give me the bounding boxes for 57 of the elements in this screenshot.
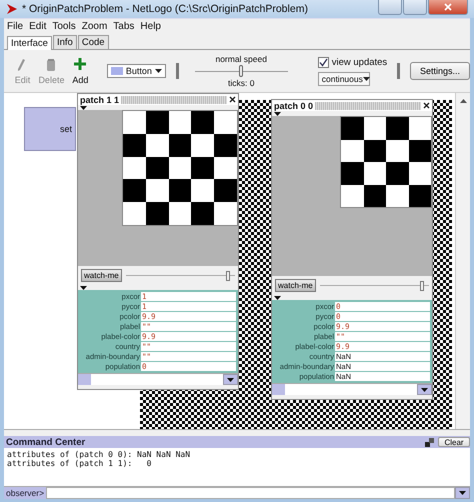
tab[interactable]: Interface [7,36,52,50]
drag-handle[interactable] [121,96,227,104]
history-button[interactable] [417,384,432,395]
dropdown-arrow-icon [227,378,234,382]
checkmark-icon [318,58,328,66]
close-icon [444,3,452,11]
tick-counter: ticks: 0 [228,78,254,88]
collapse-triangle-icon [80,106,87,110]
command-input[interactable] [46,487,455,499]
tab[interactable]: Code [78,35,109,49]
widget-icon [110,67,123,75]
dropdown-arrow-icon [154,69,162,73]
scroll-up-icon [460,99,466,103]
tab[interactable]: Info [52,35,77,49]
output-line: attributes of (patch 1 1): 0 [7,459,152,468]
dropdown-arrow-icon [362,76,370,80]
speed-label: normal speed [215,54,267,64]
collapse-triangle-icon [274,296,281,300]
panel-title: Command Center [6,436,86,448]
close-icon [423,102,430,109]
menu-item[interactable]: Zoom [82,20,108,32]
close-button[interactable] [428,0,468,15]
minimize-button[interactable] [378,0,402,15]
dropdown-arrow-icon [459,491,466,495]
update-mode-dropdown[interactable]: continuous [318,72,370,86]
maximize-button[interactable] [403,0,427,15]
button-widget[interactable]: set [24,107,76,151]
inspector-title: patch 0 0 [273,100,314,110]
close-icon [229,96,236,103]
popout-icon [425,438,434,446]
drag-handle[interactable] [315,102,421,110]
collapse-triangle-icon [274,112,281,116]
watch-me-button[interactable]: watch-me [81,269,122,282]
trash-can-icon [45,58,58,72]
toolbar-button[interactable]: Add [72,58,88,84]
collapse-triangle-icon [80,286,87,290]
history-button[interactable] [223,374,238,385]
menu-item[interactable]: Edit [29,20,46,32]
menu-item[interactable]: Help [140,20,161,32]
netlogo-logo-icon [6,3,18,15]
agent-prompt[interactable]: observer> [4,487,46,499]
menu-item[interactable]: Tools [52,20,76,32]
settings-button[interactable]: Settings... [410,62,470,80]
menu-item[interactable]: File [7,20,24,32]
inspector-title: patch 1 1 [79,94,120,104]
widget-chooser[interactable]: Button [106,64,166,78]
menu-item[interactable]: Tabs [113,20,134,32]
window-title: * OriginPatchProblem - NetLogo (C:\Src\OriginPatchProblem) [22,3,309,15]
watch-me-button[interactable]: watch-me [275,279,316,292]
output-line: attributes of (patch 0 0): NaN NaN NaN [7,450,192,459]
plus-icon [74,58,86,72]
dropdown-arrow-icon [421,388,428,392]
view-updates-checkbox[interactable] [318,56,329,68]
clear-button[interactable]: Clear [438,437,470,447]
scrollbar[interactable] [455,93,470,429]
checkbox-label: view updates [332,56,388,68]
history-button[interactable] [455,487,470,499]
